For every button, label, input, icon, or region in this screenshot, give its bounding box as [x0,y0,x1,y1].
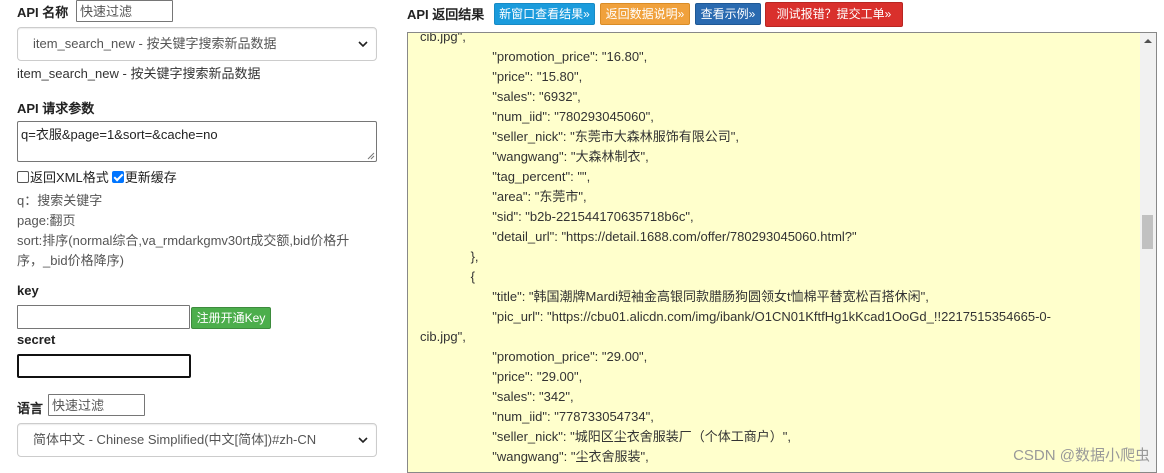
code-line: "sales": "6932", [420,89,581,104]
code-line: "tag_percent": "", [420,169,591,184]
params-label: API 请求参数 [17,101,95,116]
json-result: cib.jpg", "promotion_price": "16.80", "p… [420,32,1140,472]
code-line: "promotion_price": "16.80", [420,49,648,64]
code-line: { [420,269,475,284]
code-line: "num_iid": "780293045060", [420,109,654,124]
api-config-panel: API 名称 item_search_new - 按关键字搜索新品数据 item… [0,0,395,473]
params-textarea[interactable]: q=衣服&page=1&sort=&cache=no [17,121,377,162]
code-line: "num_iid": "778733054734", [420,409,654,424]
xml-format-checkbox[interactable] [17,170,29,183]
refresh-cache-checkbox[interactable] [111,170,124,183]
code-line: "promotion_price": "29.00", [420,349,648,364]
help-line: page:翻页 [17,213,76,228]
api-description: item_search_new - 按关键字搜索新品数据 [17,66,261,81]
register-key-button[interactable]: 注册开通Key [191,307,271,329]
code-line: "detail_url": "https://detail.1688.com/o… [420,229,857,244]
result-label: API 返回结果 [407,7,485,22]
scrollbar[interactable] [1140,33,1156,472]
help-line: q：搜索关键字 [17,193,103,208]
xml-format-label: 返回XML格式 [30,170,109,185]
watermark: CSDN @数据小爬虫 [1013,447,1150,464]
scroll-thumb[interactable] [1142,215,1153,249]
chevron-down-icon [358,437,368,444]
options-row: 返回XML格式 更新缓存 [17,167,177,186]
api-filter-input[interactable] [76,0,173,22]
code-line: cib.jpg", [420,329,466,344]
new-window-button[interactable]: 新窗口查看结果» [494,3,595,25]
language-select-value: 简体中文 - Chinese Simplified(中文[简体])#zh-CN [33,432,317,447]
code-line: }, [420,249,479,264]
code-line: "title": "韩国潮牌Mardi短袖金高银同款腊肠狗圆领女t恤棉平替宽松百… [420,289,929,304]
secret-input[interactable] [17,354,191,378]
code-line: "sid": "b2b-221544170635718b6c", [420,209,694,224]
language-filter-input[interactable] [48,394,145,416]
code-line: "price": "15.80", [420,69,583,84]
data-doc-button[interactable]: 返回数据说明» [600,3,690,25]
params-help: q：搜索关键字 page:翻页 sort:排序(normal综合,va_rmda… [17,191,387,271]
code-line: "tag_percent": "", [420,467,1140,472]
api-name-label: API 名称 [17,5,69,20]
api-select-value: item_search_new - 按关键字搜索新品数据 [33,36,277,51]
code-line: "pic_url": "https://cbu01.alicdn.com/img… [420,309,1051,324]
result-output[interactable]: cib.jpg", "promotion_price": "16.80", "p… [407,32,1157,473]
language-label: 语言 [17,401,44,416]
secret-label: secret [17,332,56,347]
code-line: "seller_nick": "东莞市大森林服饰有限公司", [420,129,739,144]
chevron-down-icon [358,41,368,48]
scroll-up-icon[interactable] [1144,37,1152,45]
example-button[interactable]: 查看示例» [695,3,761,25]
code-line: "wangwang": "大森林制衣", [420,149,649,164]
code-line: "area": "东莞市", [420,189,587,204]
key-label: key [17,283,39,298]
resize-grip-icon[interactable] [367,152,375,160]
language-select[interactable]: 简体中文 - Chinese Simplified(中文[简体])#zh-CN [17,423,377,457]
help-line: 序，_bid价格降序) [17,253,124,268]
refresh-cache-label: 更新缓存 [124,170,177,185]
key-input[interactable] [17,305,190,329]
code-line: "sales": "342", [420,389,574,404]
report-issue-button[interactable]: 测试报错？提交工单» [765,2,903,27]
code-line: "price": "29.00", [420,369,583,384]
api-select[interactable]: item_search_new - 按关键字搜索新品数据 [17,27,377,61]
params-value: q=衣服&page=1&sort=&cache=no [21,127,218,142]
code-line: cib.jpg", [420,32,466,44]
help-line: sort:排序(normal综合,va_rmdarkgmv30rt成交额,bid… [17,233,350,248]
